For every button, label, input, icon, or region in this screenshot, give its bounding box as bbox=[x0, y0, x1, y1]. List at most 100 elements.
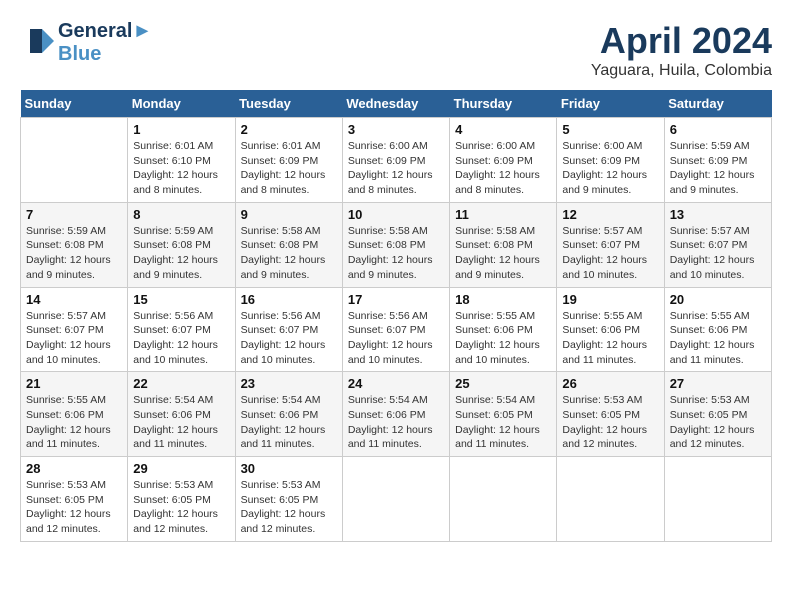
calendar-cell: 17Sunrise: 5:56 AM Sunset: 6:07 PM Dayli… bbox=[342, 287, 449, 372]
title-block: April 2024 Yaguara, Huila, Colombia bbox=[591, 20, 772, 80]
calendar-cell bbox=[342, 457, 449, 542]
calendar-cell: 18 Sunrise: 5:55 AM Sunset: 6:06 PM Dayli… bbox=[450, 287, 557, 372]
day-number: 9 bbox=[241, 207, 337, 222]
day-info: Sunrise: 5:55 AM Sunset: 6:06 PM Dayligh… bbox=[26, 393, 122, 452]
day-info: Sunrise: 5:58 AM Sunset: 6:08 PM Dayligh… bbox=[348, 224, 444, 283]
day-number: 8 bbox=[133, 207, 229, 222]
day-info: Sunrise: 5:55 AM Sunset: 6:06 PM Dayligh… bbox=[670, 309, 766, 368]
week-row-1: 1Sunrise: 6:01 AM Sunset: 6:10 PM Daylig… bbox=[21, 118, 772, 203]
week-row-2: 7 Sunrise: 5:59 AM Sunset: 6:08 PM Daylig… bbox=[21, 202, 772, 287]
day-number: 23 bbox=[241, 376, 337, 391]
calendar-cell: 11 Sunrise: 5:58 AM Sunset: 6:08 PM Dayli… bbox=[450, 202, 557, 287]
day-info: Sunrise: 5:53 AM Sunset: 6:05 PM Dayligh… bbox=[133, 478, 229, 537]
day-number: 30 bbox=[241, 461, 337, 476]
logo: General► Blue bbox=[20, 20, 152, 66]
calendar-cell: 4 Sunrise: 6:00 AM Sunset: 6:09 PM Daylig… bbox=[450, 118, 557, 203]
week-row-3: 14Sunrise: 5:57 AM Sunset: 6:07 PM Dayli… bbox=[21, 287, 772, 372]
day-header-sunday: Sunday bbox=[21, 90, 128, 118]
day-number: 12 bbox=[562, 207, 658, 222]
day-info: Sunrise: 6:01 AM Sunset: 6:09 PM Dayligh… bbox=[241, 139, 337, 198]
calendar-cell: 13 Sunrise: 5:57 AM Sunset: 6:07 PM Dayli… bbox=[664, 202, 771, 287]
day-info: Sunrise: 5:54 AM Sunset: 6:06 PM Dayligh… bbox=[133, 393, 229, 452]
calendar-cell: 2Sunrise: 6:01 AM Sunset: 6:09 PM Daylig… bbox=[235, 118, 342, 203]
day-number: 1 bbox=[133, 122, 229, 137]
page-header: General► Blue April 2024 Yaguara, Huila,… bbox=[20, 20, 772, 80]
calendar-cell bbox=[21, 118, 128, 203]
day-info: Sunrise: 5:55 AM Sunset: 6:06 PM Dayligh… bbox=[455, 309, 551, 368]
calendar-table: SundayMondayTuesdayWednesdayThursdayFrid… bbox=[20, 90, 772, 542]
calendar-cell: 15 Sunrise: 5:56 AM Sunset: 6:07 PM Dayli… bbox=[128, 287, 235, 372]
day-info: Sunrise: 5:59 AM Sunset: 6:08 PM Dayligh… bbox=[133, 224, 229, 283]
day-number: 13 bbox=[670, 207, 766, 222]
day-header-friday: Friday bbox=[557, 90, 664, 118]
day-info: Sunrise: 5:54 AM Sunset: 6:06 PM Dayligh… bbox=[348, 393, 444, 452]
calendar-cell: 12 Sunrise: 5:57 AM Sunset: 6:07 PM Dayli… bbox=[557, 202, 664, 287]
day-number: 27 bbox=[670, 376, 766, 391]
day-info: Sunrise: 5:58 AM Sunset: 6:08 PM Dayligh… bbox=[455, 224, 551, 283]
calendar-cell: 23 Sunrise: 5:54 AM Sunset: 6:06 PM Dayli… bbox=[235, 372, 342, 457]
calendar-cell: 9 Sunrise: 5:58 AM Sunset: 6:08 PM Daylig… bbox=[235, 202, 342, 287]
day-number: 22 bbox=[133, 376, 229, 391]
calendar-cell bbox=[664, 457, 771, 542]
day-number: 20 bbox=[670, 292, 766, 307]
day-number: 18 bbox=[455, 292, 551, 307]
day-info: Sunrise: 5:57 AM Sunset: 6:07 PM Dayligh… bbox=[562, 224, 658, 283]
calendar-cell: 27 Sunrise: 5:53 AM Sunset: 6:05 PM Dayli… bbox=[664, 372, 771, 457]
day-number: 16 bbox=[241, 292, 337, 307]
day-header-thursday: Thursday bbox=[450, 90, 557, 118]
calendar-cell bbox=[450, 457, 557, 542]
day-info: Sunrise: 5:53 AM Sunset: 6:05 PM Dayligh… bbox=[241, 478, 337, 537]
day-header-tuesday: Tuesday bbox=[235, 90, 342, 118]
calendar-cell: 26 Sunrise: 5:53 AM Sunset: 6:05 PM Dayli… bbox=[557, 372, 664, 457]
day-number: 25 bbox=[455, 376, 551, 391]
day-info: Sunrise: 5:56 AM Sunset: 6:07 PM Dayligh… bbox=[241, 309, 337, 368]
day-info: Sunrise: 5:54 AM Sunset: 6:06 PM Dayligh… bbox=[241, 393, 337, 452]
day-info: Sunrise: 5:54 AM Sunset: 6:05 PM Dayligh… bbox=[455, 393, 551, 452]
day-number: 19 bbox=[562, 292, 658, 307]
day-info: Sunrise: 5:56 AM Sunset: 6:07 PM Dayligh… bbox=[133, 309, 229, 368]
calendar-cell: 30 Sunrise: 5:53 AM Sunset: 6:05 PM Dayli… bbox=[235, 457, 342, 542]
day-info: Sunrise: 5:57 AM Sunset: 6:07 PM Dayligh… bbox=[670, 224, 766, 283]
day-number: 3 bbox=[348, 122, 444, 137]
day-number: 21 bbox=[26, 376, 122, 391]
day-number: 15 bbox=[133, 292, 229, 307]
calendar-cell: 20 Sunrise: 5:55 AM Sunset: 6:06 PM Dayli… bbox=[664, 287, 771, 372]
calendar-body: 1Sunrise: 6:01 AM Sunset: 6:10 PM Daylig… bbox=[21, 118, 772, 542]
calendar-cell: 5Sunrise: 6:00 AM Sunset: 6:09 PM Daylig… bbox=[557, 118, 664, 203]
day-header-saturday: Saturday bbox=[664, 90, 771, 118]
day-info: Sunrise: 5:58 AM Sunset: 6:08 PM Dayligh… bbox=[241, 224, 337, 283]
day-number: 4 bbox=[455, 122, 551, 137]
day-number: 6 bbox=[670, 122, 766, 137]
calendar-cell: 10 Sunrise: 5:58 AM Sunset: 6:08 PM Dayli… bbox=[342, 202, 449, 287]
day-header-wednesday: Wednesday bbox=[342, 90, 449, 118]
calendar-cell: 7Sunrise: 5:59 AM Sunset: 6:08 PM Daylig… bbox=[21, 202, 128, 287]
logo-text: General► Blue bbox=[58, 20, 152, 66]
calendar-cell: 6 Sunrise: 5:59 AM Sunset: 6:09 PM Daylig… bbox=[664, 118, 771, 203]
week-row-4: 21 Sunrise: 5:55 AM Sunset: 6:06 PM Dayli… bbox=[21, 372, 772, 457]
day-number: 11 bbox=[455, 207, 551, 222]
day-number: 26 bbox=[562, 376, 658, 391]
week-row-5: 28 Sunrise: 5:53 AM Sunset: 6:05 PM Dayli… bbox=[21, 457, 772, 542]
day-info: Sunrise: 6:00 AM Sunset: 6:09 PM Dayligh… bbox=[348, 139, 444, 198]
day-info: Sunrise: 6:00 AM Sunset: 6:09 PM Dayligh… bbox=[455, 139, 551, 198]
calendar-cell: 19Sunrise: 5:55 AM Sunset: 6:06 PM Dayli… bbox=[557, 287, 664, 372]
day-info: Sunrise: 5:56 AM Sunset: 6:07 PM Dayligh… bbox=[348, 309, 444, 368]
calendar-cell: 29Sunrise: 5:53 AM Sunset: 6:05 PM Dayli… bbox=[128, 457, 235, 542]
calendar-cell: 8 Sunrise: 5:59 AM Sunset: 6:08 PM Daylig… bbox=[128, 202, 235, 287]
day-info: Sunrise: 5:53 AM Sunset: 6:05 PM Dayligh… bbox=[562, 393, 658, 452]
calendar-cell: 3 Sunrise: 6:00 AM Sunset: 6:09 PM Daylig… bbox=[342, 118, 449, 203]
month-title: April 2024 bbox=[591, 20, 772, 62]
day-number: 24 bbox=[348, 376, 444, 391]
calendar-cell: 16 Sunrise: 5:56 AM Sunset: 6:07 PM Dayli… bbox=[235, 287, 342, 372]
day-number: 7 bbox=[26, 207, 122, 222]
calendar-cell bbox=[557, 457, 664, 542]
calendar-cell: 21 Sunrise: 5:55 AM Sunset: 6:06 PM Dayli… bbox=[21, 372, 128, 457]
calendar-cell: 25 Sunrise: 5:54 AM Sunset: 6:05 PM Dayli… bbox=[450, 372, 557, 457]
day-info: Sunrise: 5:59 AM Sunset: 6:09 PM Dayligh… bbox=[670, 139, 766, 198]
day-number: 28 bbox=[26, 461, 122, 476]
day-number: 10 bbox=[348, 207, 444, 222]
calendar-cell: 22 Sunrise: 5:54 AM Sunset: 6:06 PM Dayli… bbox=[128, 372, 235, 457]
day-info: Sunrise: 5:53 AM Sunset: 6:05 PM Dayligh… bbox=[26, 478, 122, 537]
day-header-monday: Monday bbox=[128, 90, 235, 118]
day-info: Sunrise: 5:53 AM Sunset: 6:05 PM Dayligh… bbox=[670, 393, 766, 452]
